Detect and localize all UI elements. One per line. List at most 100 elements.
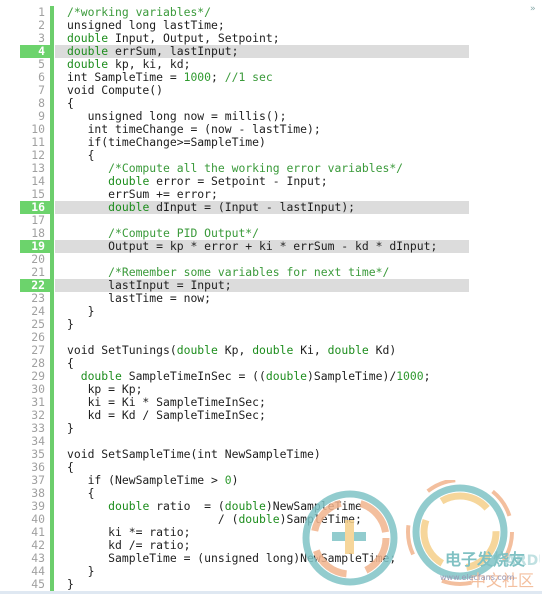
comment-token: //1 sec [217, 70, 273, 84]
code-token: Kd) [368, 343, 397, 357]
code-text: if(timeChange>=SampleTime) [67, 136, 266, 149]
code-line[interactable]: 16 double dInput = (Input - lastInput); [0, 201, 542, 214]
code-token: { [67, 460, 74, 474]
keyword-token: double [265, 369, 308, 383]
code-token: lastInput = Input; [67, 278, 232, 292]
code-token: unsigned long lastTime; [67, 18, 225, 32]
gutter-change-bar [50, 253, 54, 266]
code-line[interactable]: 35 void SetSampleTime(int NewSampleTime) [0, 448, 542, 461]
watermark-url: www.elecfans.com [440, 573, 515, 582]
gutter-change-bar [50, 500, 54, 513]
keyword-token: double [67, 31, 109, 45]
number-token: 1000 [396, 369, 424, 383]
keyword-token: double [176, 343, 218, 357]
code-line[interactable]: 27 void SetTunings(double Kp, double Ki, … [0, 344, 542, 357]
code-token: error = Setpoint - Input; [149, 174, 328, 188]
gutter-change-bar [50, 539, 54, 552]
code-token: kp, ki, kd; [108, 57, 191, 71]
code-line[interactable]: 7 void Compute() [0, 84, 542, 97]
code-token: { [67, 486, 95, 500]
gutter-change-bar [50, 188, 54, 201]
gutter-change-bar [50, 97, 54, 110]
gutter-change-bar [50, 201, 54, 214]
code-token: ratio = ( [149, 499, 225, 513]
gutter-change-bar [50, 409, 54, 422]
code-text: } [67, 578, 74, 591]
gutter-change-bar [50, 422, 54, 435]
comment-token: /*working variables*/ [67, 5, 212, 19]
code-token: } [67, 317, 74, 331]
code-token: if (NewSampleTime > [67, 473, 225, 487]
gutter-change-bar [50, 123, 54, 136]
line-number: 2 [38, 18, 45, 32]
gutter-change-bar [50, 448, 54, 461]
gutter-change-bar [50, 461, 54, 474]
keyword-token: double [252, 343, 294, 357]
code-line[interactable]: 33} [0, 422, 542, 435]
gutter-change-bar [50, 71, 54, 84]
gutter-change-bar [50, 162, 54, 175]
code-token: errSum, lastInput; [108, 44, 239, 58]
expand-icon[interactable]: » [530, 4, 535, 14]
gutter-change-bar [50, 227, 54, 240]
line-number: 45 [31, 577, 45, 591]
code-text: double dInput = (Input - lastInput); [67, 201, 355, 214]
keyword-token: double [67, 44, 109, 58]
code-token: errSum += error; [67, 187, 218, 201]
code-text: void SetTunings(double Kp, double Ki, do… [67, 344, 396, 357]
keyword-token: double [108, 200, 150, 214]
gutter-change-bar [50, 240, 54, 253]
code-token: / ( [67, 512, 239, 526]
code-token: Kp, [217, 343, 253, 357]
code-token: { [67, 148, 95, 162]
code-line[interactable]: 24 } [0, 305, 542, 318]
code-token: } [67, 304, 95, 318]
gutter-change-bar [50, 474, 54, 487]
code-token: void SetTunings( [67, 343, 177, 357]
line-number: 4 [20, 45, 50, 58]
gutter-change-bar [50, 552, 54, 565]
keyword-token: double [238, 512, 280, 526]
gutter-change-bar [50, 487, 54, 500]
line-number: 1 [38, 5, 45, 19]
number-token: 1000 [183, 70, 212, 84]
code-token: Input, Output, Setpoint; [108, 31, 280, 45]
gutter-change-bar [50, 383, 54, 396]
comment-token: /*Compute all the working error variable… [67, 161, 404, 175]
code-token: { [67, 96, 74, 110]
gutter-change-bar [50, 266, 54, 279]
code-token: )SampleTime)/ [307, 369, 397, 383]
code-token: ; [211, 70, 218, 84]
code-line[interactable]: 19 Output = kp * error + ki * errSum - k… [0, 240, 542, 253]
code-token: int SampleTime = [67, 70, 184, 84]
code-token: void SetSampleTime(int NewSampleTime) [67, 447, 321, 461]
code-token: Output = kp * error + ki * errSum - kd *… [67, 239, 438, 253]
gutter-change-bar [50, 214, 54, 227]
code-token: void Compute() [67, 83, 164, 97]
code-line[interactable]: 32 kd = Kd / SampleTimeInSec; [0, 409, 542, 422]
keyword-token: double [67, 57, 109, 71]
number-token: 0 [224, 473, 232, 487]
code-text: kd = Kd / SampleTimeInSec; [67, 409, 266, 422]
code-token: } [67, 564, 95, 578]
gutter-change-bar [50, 45, 54, 58]
gutter-change-bar [50, 357, 54, 370]
gutter-change-bar [50, 175, 54, 188]
code-token: ) [231, 473, 239, 487]
code-token: } [67, 577, 74, 591]
gutter-change-bar [50, 513, 54, 526]
gutter-change-bar [50, 32, 54, 45]
code-token: Ki, [293, 343, 328, 357]
gutter-change-bar [50, 370, 54, 383]
line-number: 8 [38, 96, 45, 110]
line-number: 7 [38, 83, 45, 97]
gutter-change-bar [50, 84, 54, 97]
gutter-change-bar [50, 305, 54, 318]
gutter-change-bar [50, 435, 54, 448]
code-token: int timeChange = (now - lastTime); [67, 122, 321, 136]
line-number: 5 [38, 57, 45, 71]
gutter-change-bar [50, 136, 54, 149]
code-line[interactable]: 25} [0, 318, 542, 331]
